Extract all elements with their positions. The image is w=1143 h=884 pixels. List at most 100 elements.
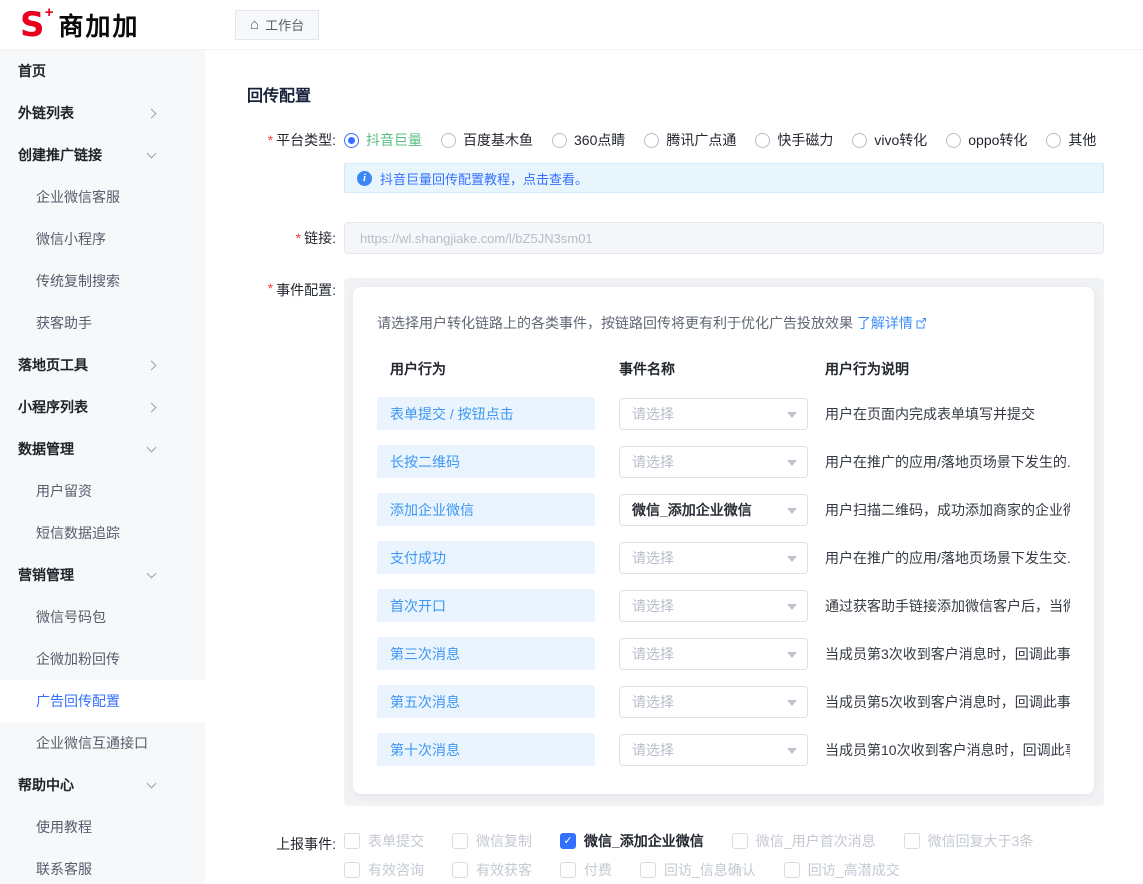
required-asterisk: * xyxy=(268,280,273,296)
sidebar-item-9[interactable]: 数据管理 xyxy=(0,428,205,470)
event-config-label: * 事件配置: xyxy=(247,278,344,806)
checkbox-icon: ✓ xyxy=(560,833,576,849)
radio-icon xyxy=(552,133,567,148)
event-select[interactable]: 请选择 xyxy=(619,590,808,622)
platform-radio-7[interactable]: 其他 xyxy=(1046,130,1096,150)
event-select[interactable]: 请选择 xyxy=(619,542,808,574)
sidebar-item-12[interactable]: 营销管理 xyxy=(0,554,205,596)
caret-down-icon xyxy=(787,556,797,562)
sidebar-item-11[interactable]: 短信数据追踪 xyxy=(0,512,205,554)
chevron-right-icon xyxy=(147,402,157,412)
report-checkbox-1-0[interactable]: 有效咨询 xyxy=(344,860,424,880)
banner-text[interactable]: 抖音巨量回传配置教程，点击查看。 xyxy=(380,169,588,188)
select-value: 请选择 xyxy=(632,740,674,760)
behavior-description: 用户在页面内完成表单填写并提交 xyxy=(825,404,1070,424)
info-banner[interactable]: i 抖音巨量回传配置教程，点击查看。 xyxy=(344,163,1104,193)
logo[interactable]: S + 商加加 xyxy=(0,7,205,43)
event-table-header: 用户行为事件名称用户行为说明 xyxy=(377,359,1070,379)
sidebar-item-8[interactable]: 小程序列表 xyxy=(0,386,205,428)
behavior-pill[interactable]: 长按二维码 xyxy=(377,445,595,478)
checkbox-label: 付费 xyxy=(584,860,612,880)
sidebar-item-4[interactable]: 微信小程序 xyxy=(0,218,205,260)
event-config-card: 请选择用户转化链路上的各类事件，按链路回传将更有利于优化广告投放效果 了解详情 … xyxy=(353,287,1094,794)
platform-radio-3[interactable]: 腾讯广点通 xyxy=(644,130,736,150)
sidebar-item-16[interactable]: 企业微信互通接口 xyxy=(0,722,205,764)
checkbox-label: 有效咨询 xyxy=(368,860,424,880)
report-checkbox-1-2[interactable]: 付费 xyxy=(560,860,612,880)
checkbox-icon xyxy=(344,833,360,849)
event-select[interactable]: 请选择 xyxy=(619,398,808,430)
top-header: S + 商加加 ⌂ 工作台 xyxy=(0,0,1143,50)
sidebar-item-label: 联系客服 xyxy=(36,859,155,879)
sidebar-item-15[interactable]: 广告回传配置 xyxy=(0,680,205,722)
event-select[interactable]: 请选择 xyxy=(619,686,808,718)
body-layout: 首页外链列表创建推广链接企业微信客服微信小程序传统复制搜索获客助手落地页工具小程… xyxy=(0,50,1143,884)
sidebar-item-10[interactable]: 用户留资 xyxy=(0,470,205,512)
checkbox-icon xyxy=(904,833,920,849)
event-column-header-0: 用户行为 xyxy=(377,359,595,379)
caret-down-icon xyxy=(787,748,797,754)
event-select[interactable]: 请选择 xyxy=(619,638,808,670)
link-input[interactable] xyxy=(344,222,1104,254)
event-select[interactable]: 请选择 xyxy=(619,734,808,766)
sidebar-item-0[interactable]: 首页 xyxy=(0,50,205,92)
sidebar-item-7[interactable]: 落地页工具 xyxy=(0,344,205,386)
banner-label-spacer xyxy=(247,163,344,193)
radio-label: 百度基木鱼 xyxy=(463,130,533,150)
info-icon: i xyxy=(357,171,372,186)
sidebar-item-13[interactable]: 微信号码包 xyxy=(0,596,205,638)
behavior-pill[interactable]: 第五次消息 xyxy=(377,685,595,718)
report-checkbox-1-4[interactable]: 回访_高潜成交 xyxy=(784,860,900,880)
behavior-pill[interactable]: 表单提交 / 按钮点击 xyxy=(377,397,595,430)
behavior-pill[interactable]: 第三次消息 xyxy=(377,637,595,670)
behavior-description: 当成员第5次收到客户消息时，回调此事... xyxy=(825,692,1070,712)
platform-radio-6[interactable]: oppo转化 xyxy=(946,130,1027,150)
radio-label: 抖音巨量 xyxy=(366,130,422,150)
report-checkbox-0-1[interactable]: 微信复制 xyxy=(452,831,532,851)
sidebar-item-17[interactable]: 帮助中心 xyxy=(0,764,205,806)
platform-radio-0[interactable]: 抖音巨量 xyxy=(344,130,422,150)
sidebar-item-18[interactable]: 使用教程 xyxy=(0,806,205,848)
sidebar-item-label: 落地页工具 xyxy=(18,355,148,375)
radio-icon xyxy=(1046,133,1061,148)
checkbox-icon xyxy=(452,862,468,878)
report-checkbox-0-3[interactable]: 微信_用户首次消息 xyxy=(732,831,876,851)
platform-radio-5[interactable]: vivo转化 xyxy=(852,130,927,150)
sidebar-item-label: 首页 xyxy=(18,61,155,81)
behavior-description: 当成员第10次收到客户消息时，回调此事... xyxy=(825,740,1070,760)
platform-radio-2[interactable]: 360点睛 xyxy=(552,130,625,150)
sidebar-item-6[interactable]: 获客助手 xyxy=(0,302,205,344)
sidebar-item-label: 营销管理 xyxy=(18,565,148,585)
chevron-down-icon xyxy=(147,149,157,159)
sidebar-item-label: 获客助手 xyxy=(36,313,155,333)
report-checkbox-1-3[interactable]: 回访_信息确认 xyxy=(640,860,756,880)
event-select[interactable]: 请选择 xyxy=(619,446,808,478)
checkbox-label: 微信复制 xyxy=(476,831,532,851)
platform-radio-4[interactable]: 快手磁力 xyxy=(755,130,833,150)
report-checkbox-0-4[interactable]: 微信回复大于3条 xyxy=(904,831,1034,851)
behavior-pill[interactable]: 支付成功 xyxy=(377,541,595,574)
sidebar-item-2[interactable]: 创建推广链接 xyxy=(0,134,205,176)
chevron-down-icon xyxy=(147,569,157,579)
behavior-pill[interactable]: 添加企业微信 xyxy=(377,493,595,526)
sidebar-item-1[interactable]: 外链列表 xyxy=(0,92,205,134)
sidebar-item-5[interactable]: 传统复制搜索 xyxy=(0,260,205,302)
checkbox-label: 回访_高潜成交 xyxy=(808,860,900,880)
report-checkbox-0-0[interactable]: 表单提交 xyxy=(344,831,424,851)
checkbox-icon xyxy=(784,862,800,878)
behavior-pill[interactable]: 首次开口 xyxy=(377,589,595,622)
radio-icon xyxy=(344,133,359,148)
sidebar-item-19[interactable]: 联系客服 xyxy=(0,848,205,884)
event-select[interactable]: 微信_添加企业微信 xyxy=(619,494,808,526)
learn-more-link[interactable]: 了解详情 xyxy=(857,315,913,331)
report-checkbox-0-2[interactable]: ✓微信_添加企业微信 xyxy=(560,831,704,851)
sidebar-item-14[interactable]: 企微加粉回传 xyxy=(0,638,205,680)
logo-s: S xyxy=(20,5,45,45)
behavior-pill[interactable]: 第十次消息 xyxy=(377,733,595,766)
report-checkbox-1-1[interactable]: 有效获客 xyxy=(452,860,532,880)
report-events-row: 上报事件: 表单提交微信复制✓微信_添加企业微信微信_用户首次消息微信回复大于3… xyxy=(247,831,1104,884)
tab-workbench[interactable]: ⌂ 工作台 xyxy=(235,10,319,40)
platform-radio-1[interactable]: 百度基木鱼 xyxy=(441,130,533,150)
sidebar-item-3[interactable]: 企业微信客服 xyxy=(0,176,205,218)
event-column-header-2: 用户行为说明 xyxy=(825,359,1070,379)
